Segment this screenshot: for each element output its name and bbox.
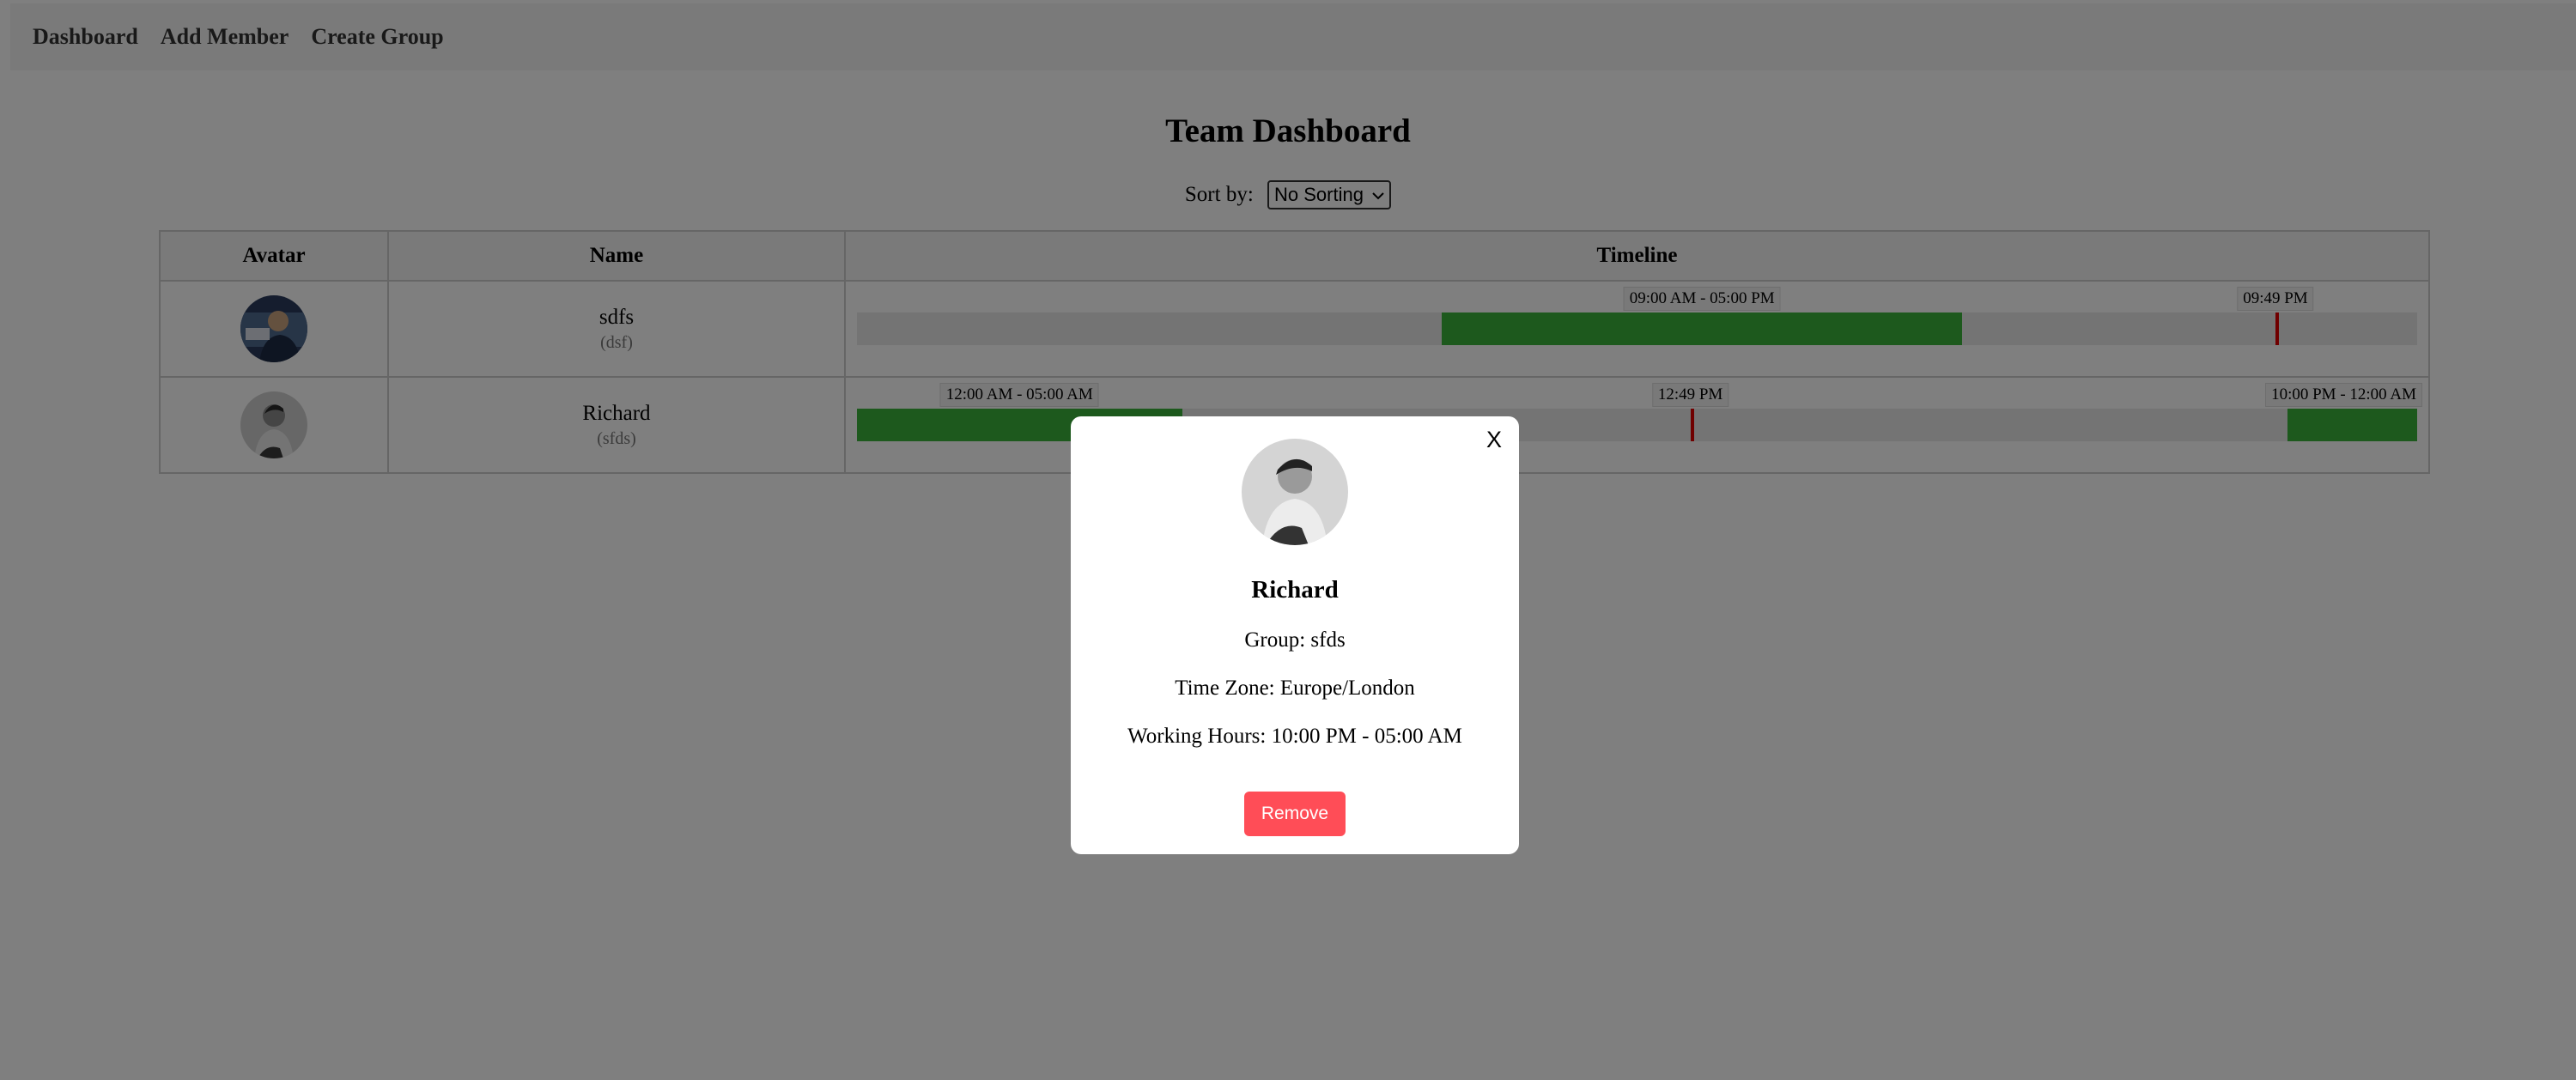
close-button[interactable]: X — [1486, 427, 1502, 453]
page: Dashboard Add Member Create Group Team D… — [0, 0, 2576, 1080]
modal-time-zone: Time Zone: Europe/London — [1175, 677, 1415, 700]
modal-group: Group: sfds — [1244, 628, 1346, 652]
avatar-photo — [1242, 439, 1348, 545]
modal-member-name: Richard — [1251, 576, 1339, 604]
member-modal: X Richard Group: sfds Time Zone: Europe/… — [1071, 416, 1519, 854]
modal-avatar — [1242, 439, 1348, 545]
remove-button[interactable]: Remove — [1243, 792, 1346, 836]
modal-working-hours: Working Hours: 10:00 PM - 05:00 AM — [1127, 725, 1462, 748]
